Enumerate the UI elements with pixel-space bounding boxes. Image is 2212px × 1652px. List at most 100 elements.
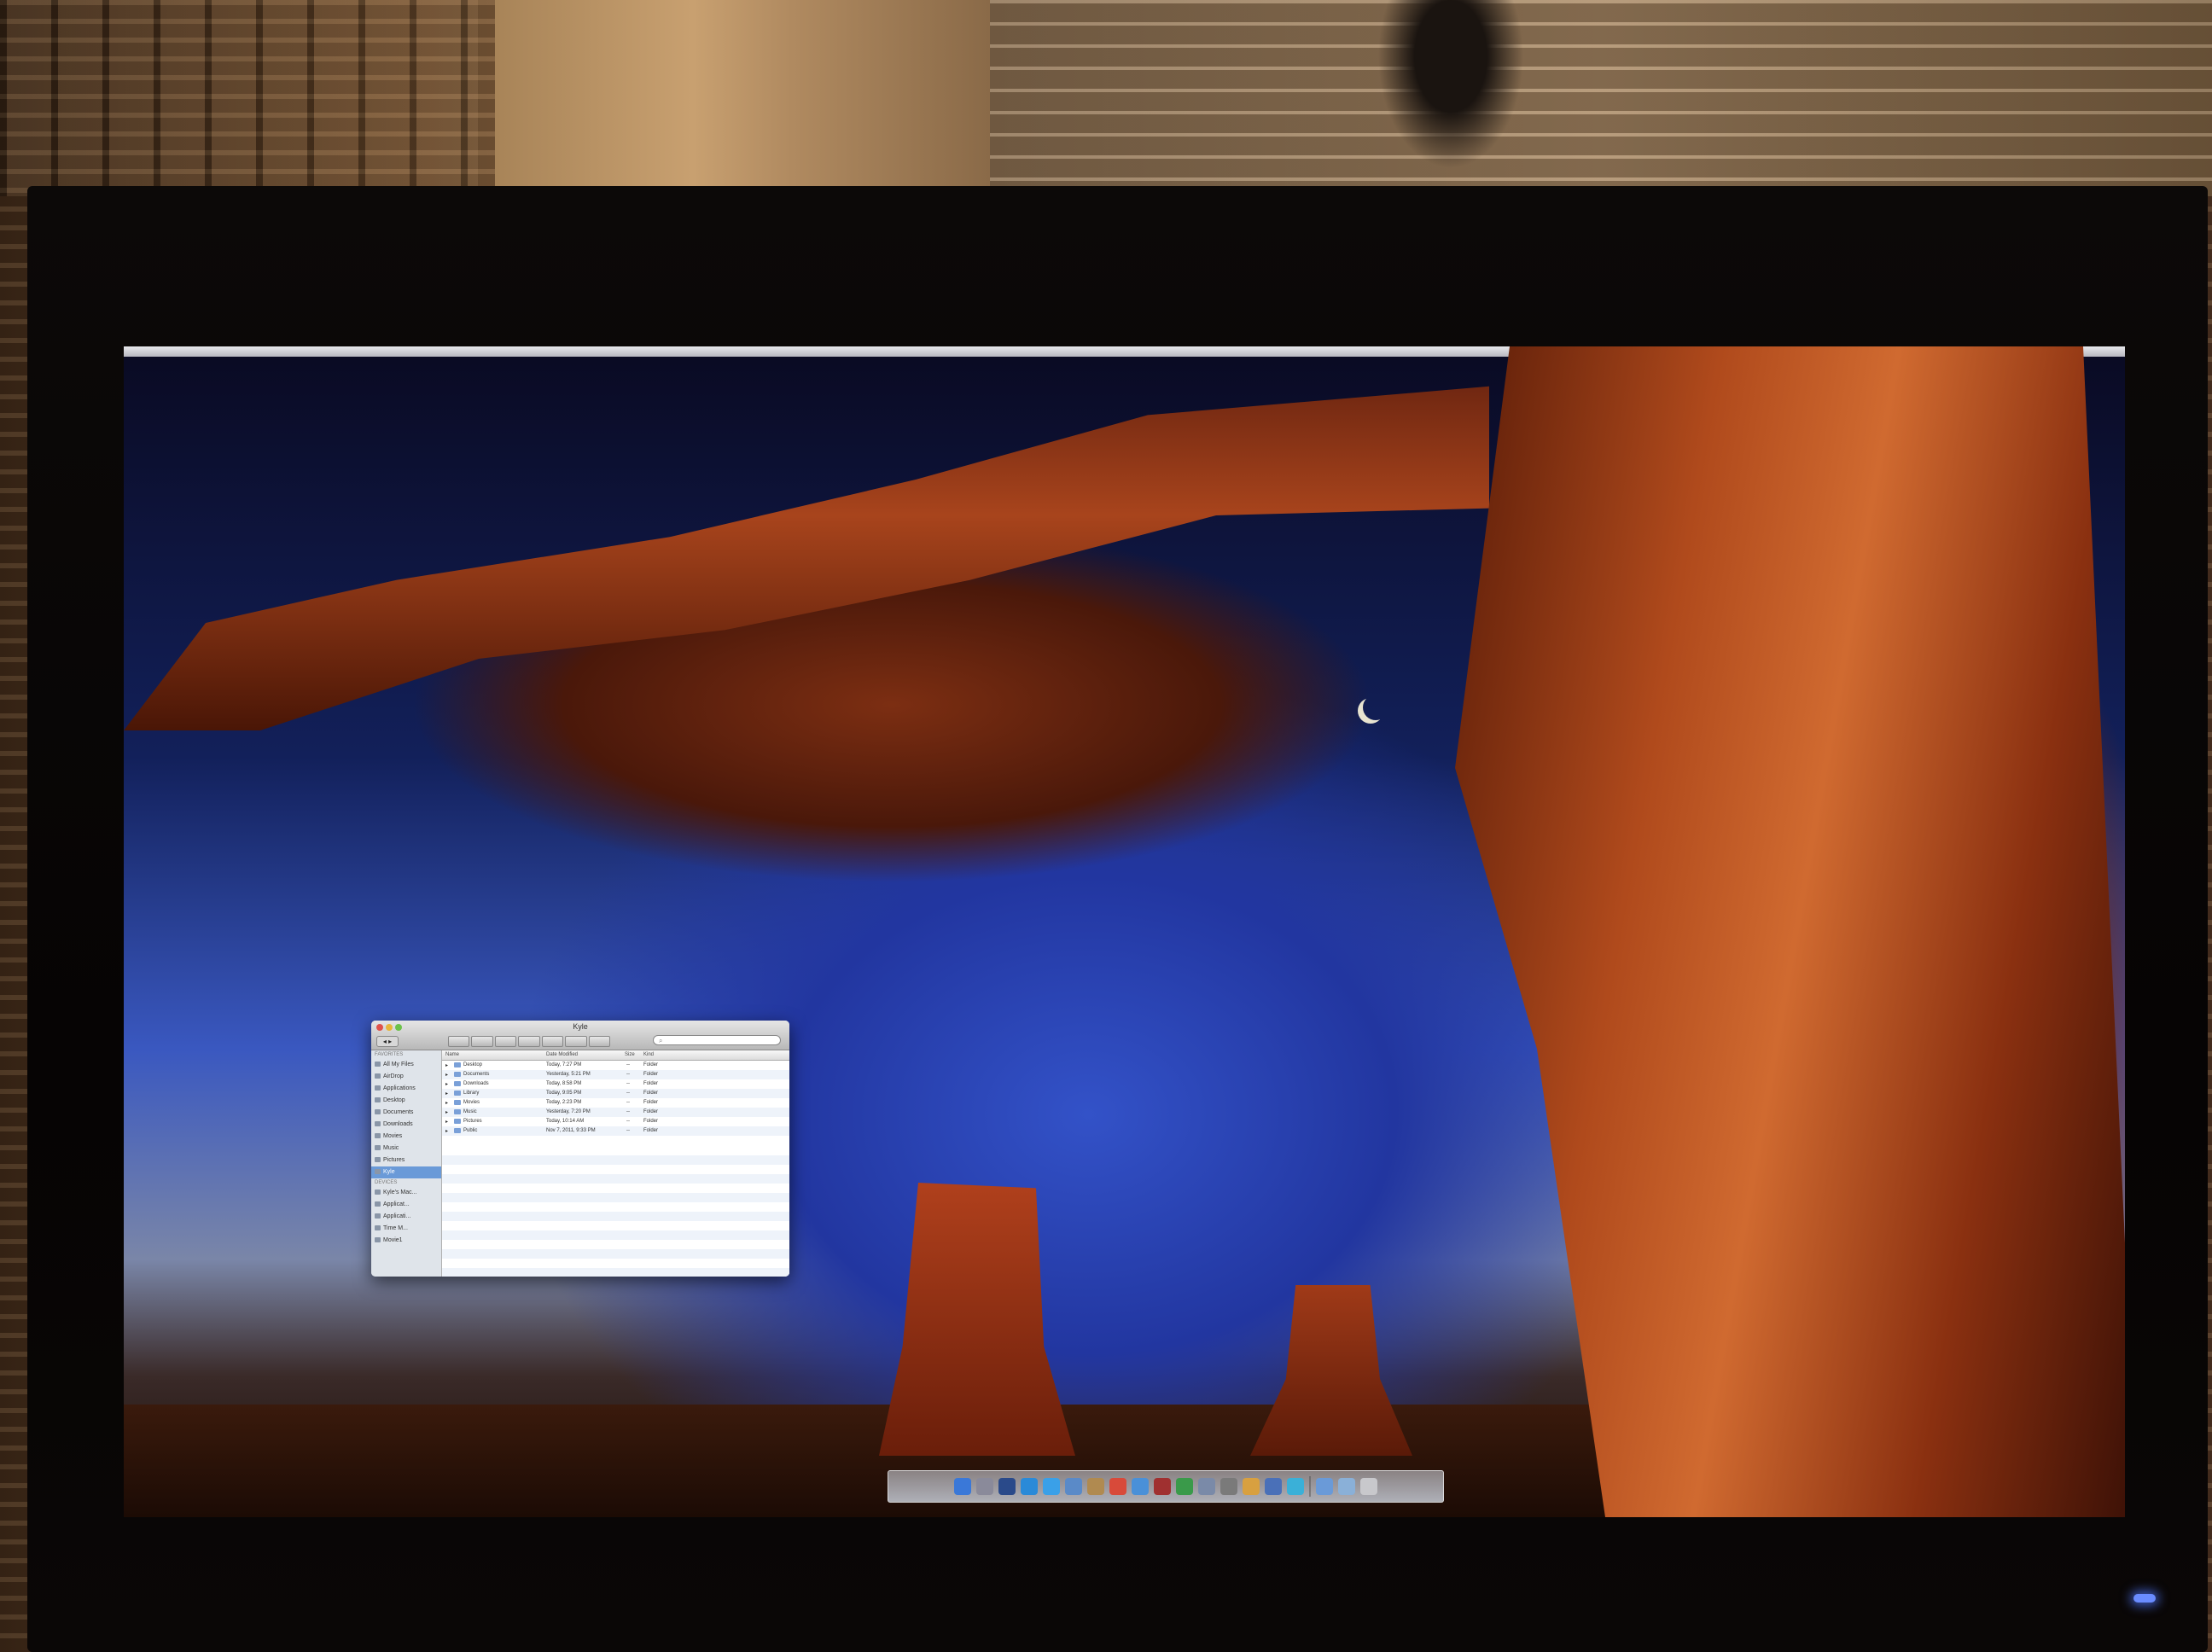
arrange-button[interactable]: [541, 1036, 564, 1047]
sidebar-item[interactable]: Music: [371, 1143, 441, 1155]
sidebar-device-item[interactable]: Time M...: [371, 1223, 441, 1235]
file-size: --: [626, 1109, 630, 1114]
file-date: Today, 8:58 PM: [546, 1081, 582, 1086]
wallpaper-branch: [124, 386, 1489, 730]
mail-icon[interactable]: [1065, 1478, 1082, 1495]
dock: [888, 1470, 1444, 1503]
empty-list-area: [442, 1146, 789, 1277]
column-date-header[interactable]: Date Modified: [546, 1052, 578, 1057]
table-row[interactable]: ▸ Public Nov 7, 2011, 9:33 PM -- Folder: [442, 1126, 789, 1136]
sidebar-item[interactable]: AirDrop: [371, 1071, 441, 1083]
table-row[interactable]: ▸ Downloads Today, 8:58 PM -- Folder: [442, 1079, 789, 1089]
file-kind: Folder: [643, 1109, 659, 1114]
file-list[interactable]: Name Date Modified Size Kind ▸ Desktop Tod…: [442, 1050, 789, 1277]
disclosure-triangle-icon[interactable]: ▸: [445, 1062, 448, 1068]
finder-icon[interactable]: [954, 1478, 971, 1495]
sidebar-item-label: Documents: [383, 1109, 414, 1115]
finder-titlebar[interactable]: Kyle ◂ ▸ ⌕: [371, 1021, 789, 1050]
file-name: Desktop: [463, 1062, 483, 1067]
system-preferences-icon[interactable]: [1220, 1478, 1237, 1495]
xcode-icon[interactable]: [1265, 1478, 1282, 1495]
window-title: Kyle: [573, 1022, 588, 1031]
disclosure-triangle-icon[interactable]: ▸: [445, 1072, 448, 1078]
list-view-button[interactable]: [471, 1036, 493, 1047]
trash-icon[interactable]: [1360, 1478, 1377, 1495]
finder-sidebar: FAVORITES All My Files AirDrop Application…: [371, 1050, 442, 1277]
wallpaper-tree-trunk: [1455, 346, 2125, 1517]
sidebar-item[interactable]: Desktop: [371, 1095, 441, 1107]
toolbar-buttons[interactable]: [448, 1036, 610, 1047]
photo-booth-icon[interactable]: [1154, 1478, 1171, 1495]
table-row[interactable]: ▸ Library Today, 9:05 PM -- Folder: [442, 1089, 789, 1098]
column-name-header[interactable]: Name: [445, 1052, 459, 1057]
file-date: Yesterday, 7:20 PM: [546, 1109, 591, 1114]
zoom-button[interactable]: [395, 1024, 402, 1031]
column-size-header[interactable]: Size: [625, 1052, 635, 1057]
drive-icon: [375, 1225, 381, 1230]
launchpad-icon[interactable]: [976, 1478, 993, 1495]
file-size: --: [626, 1091, 630, 1096]
close-button[interactable]: [376, 1024, 383, 1031]
sidebar-item[interactable]: Pictures: [371, 1155, 441, 1166]
window-blinds-right: [990, 0, 2212, 196]
column-kind-header[interactable]: Kind: [643, 1052, 654, 1057]
disclosure-triangle-icon[interactable]: ▸: [445, 1100, 448, 1106]
file-kind: Folder: [643, 1100, 659, 1105]
column-headers[interactable]: Name Date Modified Size Kind: [442, 1050, 789, 1061]
documents-stack-icon[interactable]: [1338, 1478, 1355, 1495]
icon-view-button[interactable]: [448, 1036, 470, 1047]
folder-icon: [375, 1157, 381, 1162]
folder-icon: [375, 1085, 381, 1091]
preview-icon[interactable]: [1198, 1478, 1215, 1495]
desktop-screen: Kyle ◂ ▸ ⌕ FAVORITES All My Files AirDrop…: [124, 346, 2125, 1517]
finder-window[interactable]: Kyle ◂ ▸ ⌕ FAVORITES All My Files AirDrop…: [371, 1021, 789, 1277]
file-size: --: [626, 1072, 630, 1077]
sidebar-device-item[interactable]: Applicat...: [371, 1199, 441, 1211]
app-icon[interactable]: [1287, 1478, 1304, 1495]
folder-icon: [454, 1072, 461, 1077]
ical-icon[interactable]: [1109, 1478, 1126, 1495]
sidebar-item[interactable]: Documents: [371, 1107, 441, 1119]
applications-stack-icon[interactable]: [1316, 1478, 1333, 1495]
sidebar-item[interactable]: All My Files: [371, 1059, 441, 1071]
mission-control-icon[interactable]: [998, 1478, 1016, 1495]
sidebar-item-label: Pictures: [383, 1157, 405, 1163]
sidebar-device-item[interactable]: Applicati...: [371, 1211, 441, 1223]
sidebar-item[interactable]: Movies: [371, 1131, 441, 1143]
disclosure-triangle-icon[interactable]: ▸: [445, 1109, 448, 1115]
table-row[interactable]: ▸ Music Yesterday, 7:20 PM -- Folder: [442, 1108, 789, 1117]
sidebar-item[interactable]: Downloads: [371, 1119, 441, 1131]
disclosure-triangle-icon[interactable]: ▸: [445, 1091, 448, 1096]
back-forward-buttons[interactable]: ◂ ▸: [376, 1036, 399, 1047]
sidebar-item[interactable]: Applications: [371, 1083, 441, 1095]
coverflow-view-button[interactable]: [518, 1036, 540, 1047]
sidebar-item-label: Music: [383, 1145, 399, 1151]
disclosure-triangle-icon[interactable]: ▸: [445, 1119, 448, 1125]
share-button[interactable]: [588, 1036, 610, 1047]
disclosure-triangle-icon[interactable]: ▸: [445, 1128, 448, 1134]
sidebar-device-item[interactable]: Kyle's Mac...: [371, 1187, 441, 1199]
wallpaper-moon: [1363, 695, 1388, 720]
table-row[interactable]: ▸ Documents Yesterday, 5:21 PM -- Folder: [442, 1070, 789, 1079]
sidebar-device-item[interactable]: Movie1: [371, 1235, 441, 1247]
disclosure-triangle-icon[interactable]: ▸: [445, 1081, 448, 1087]
sidebar-item-label: Applicat...: [383, 1201, 410, 1207]
table-row[interactable]: ▸ Movies Today, 2:23 PM -- Folder: [442, 1098, 789, 1108]
contacts-icon[interactable]: [1087, 1478, 1104, 1495]
folder-icon: [375, 1145, 381, 1150]
sidebar-item[interactable]: Kyle: [371, 1166, 441, 1178]
app-store-icon[interactable]: [1021, 1478, 1038, 1495]
search-input[interactable]: ⌕: [653, 1035, 781, 1045]
facetime-icon[interactable]: [1176, 1478, 1193, 1495]
monitor-logo: [1084, 1589, 1237, 1601]
action-button[interactable]: [565, 1036, 587, 1047]
safari-icon[interactable]: [1043, 1478, 1060, 1495]
drive-icon: [375, 1190, 381, 1195]
table-row[interactable]: ▸ Pictures Today, 10:14 AM -- Folder: [442, 1117, 789, 1126]
column-view-button[interactable]: [494, 1036, 517, 1047]
itunes-icon[interactable]: [1132, 1478, 1149, 1495]
minimize-button[interactable]: [386, 1024, 393, 1031]
file-kind: Folder: [643, 1128, 659, 1133]
utility-icon[interactable]: [1243, 1478, 1260, 1495]
table-row[interactable]: ▸ Desktop Today, 7:27 PM -- Folder: [442, 1061, 789, 1070]
